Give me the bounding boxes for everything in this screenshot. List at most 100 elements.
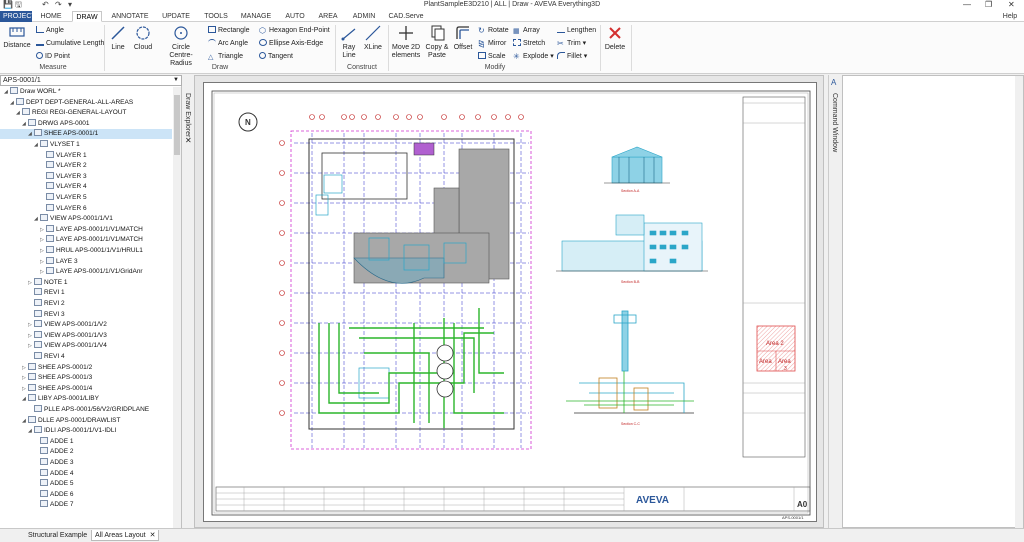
tree-item[interactable]: ▷ VIEW APS-0001/1/V4	[0, 341, 172, 351]
tab-cadserve[interactable]: CAD.Serve	[387, 11, 425, 22]
tree-item[interactable]: ▷ VIEW APS-0001/1/V3	[0, 330, 172, 341]
tree-item[interactable]: ▷ LAYE APS-0001/1/V1/MATCH	[0, 235, 172, 245]
tree-item[interactable]: VLAYER 6	[0, 203, 172, 214]
move-2d-button[interactable]: Move 2D elements	[391, 25, 421, 60]
angle-button[interactable]: Angle	[36, 26, 64, 35]
tab-area[interactable]: AREA	[315, 11, 341, 22]
tree-item[interactable]: VLAYER 1	[0, 150, 172, 161]
line-button[interactable]: Line	[107, 25, 129, 52]
tree-item[interactable]: VLAYER 2	[0, 161, 172, 171]
tree-item[interactable]: VLAYER 3	[0, 171, 172, 182]
tree-item[interactable]: ◢ LIBY APS-0001/LIBY	[0, 394, 172, 404]
tree-item[interactable]: REVI 1	[0, 288, 172, 298]
tree-item[interactable]: ADDE 4	[0, 468, 172, 479]
hexagon-button[interactable]: ⬡ Hexagon End-Point	[259, 26, 330, 35]
circle-button[interactable]: Circle Centre-Radius	[160, 25, 202, 68]
copy-paste-button[interactable]: Copy & Paste	[423, 25, 451, 60]
tree-node-icon	[16, 97, 24, 105]
id-point-button[interactable]: ID Point	[36, 52, 70, 61]
tree-item[interactable]: ▷ SHEE APS-0001/3	[0, 373, 172, 383]
move-2d-label: Move 2D elements	[391, 44, 421, 59]
minimize-button[interactable]: —	[963, 0, 971, 10]
tab-annotate[interactable]: ANNOTATE	[110, 11, 150, 22]
key-plan-area-right: Area	[778, 359, 791, 365]
ellipse-button[interactable]: Ellipse Axis-Edge	[259, 39, 323, 48]
command-window-panel[interactable]	[842, 75, 1024, 529]
tree-item[interactable]: ▷ LAYE APS-0001/1/V1/MATCH	[0, 224, 172, 235]
tab-home[interactable]: HOME	[38, 11, 64, 22]
tab-project[interactable]: PROJECT	[0, 11, 36, 22]
tree-item[interactable]: ▷ NOTE 1	[0, 277, 172, 288]
close-button[interactable]: ✕	[1008, 0, 1015, 10]
tree-item[interactable]: ADDE 5	[0, 479, 172, 489]
tree-item[interactable]: ◢ REGI REGI-GENERAL-LAYOUT	[0, 108, 172, 118]
tab-structural-example[interactable]: Structural Example	[25, 530, 90, 541]
tree-item[interactable]: REVI 4	[0, 352, 172, 362]
tree-scrollbar-thumb[interactable]	[174, 95, 180, 155]
tab-all-areas-layout[interactable]: All Areas Layout ✕	[91, 530, 160, 541]
delete-button[interactable]: Delete	[603, 25, 627, 52]
tab-draw[interactable]: DRAW	[72, 11, 102, 22]
tree-item[interactable]: ◢ VLYSET 1	[0, 140, 172, 150]
stretch-button[interactable]: Stretch	[513, 39, 545, 48]
tree-item-label: DRWG APS-0001	[38, 119, 90, 127]
tree-item[interactable]: ◢ Draw WORL *	[0, 87, 172, 97]
tree-item[interactable]: ◢ VIEW APS-0001/1/V1	[0, 214, 172, 224]
triangle-button[interactable]: △ Triangle	[208, 52, 243, 61]
tree-item[interactable]: REVI 2	[0, 299, 172, 309]
tree-item[interactable]: ▷ HRUL APS-0001/1/V1/HRUL1	[0, 246, 172, 256]
lengthen-button[interactable]: Lengthen	[557, 26, 596, 35]
tree-item[interactable]: VLAYER 5	[0, 193, 172, 203]
arc-angle-button[interactable]: Arc Angle	[208, 39, 248, 48]
distance-button[interactable]: Distance	[3, 25, 31, 50]
scale-button[interactable]: Scale	[478, 52, 506, 61]
tree-item[interactable]: ADDE 1	[0, 436, 172, 447]
cloud-button[interactable]: Cloud	[131, 25, 155, 52]
tree-item[interactable]: PLLE APS-0001/56/V2/GRIDPLANE	[0, 405, 172, 415]
xline-button[interactable]: XLine	[362, 25, 384, 52]
tangent-button[interactable]: Tangent	[259, 52, 293, 61]
tree-item[interactable]: ▷ LAYE APS-0001/1/V1/GridAnr	[0, 267, 172, 277]
tree-item[interactable]: VLAYER 4	[0, 182, 172, 192]
close-icon[interactable]: ✕	[150, 532, 156, 539]
tree-item[interactable]: REVI 3	[0, 309, 172, 320]
command-icon[interactable]: A	[831, 78, 836, 87]
tree-item[interactable]: ADDE 2	[0, 447, 172, 457]
explode-button[interactable]: ✳ Explode ▾	[513, 52, 554, 61]
tree-item[interactable]: ◢ DRWG APS-0001	[0, 118, 172, 129]
tree-item[interactable]: ◢ IDLI APS-0001/1/V1-IDLI	[0, 426, 172, 436]
rotate-button[interactable]: ↻ Rotate	[478, 26, 509, 35]
tab-update[interactable]: UPDATE	[158, 11, 194, 22]
command-window-tab[interactable]: Command Window	[831, 93, 838, 152]
tab-auto[interactable]: AUTO	[282, 11, 308, 22]
tree-item[interactable]: ADDE 6	[0, 489, 172, 500]
tab-manage[interactable]: MANAGE	[238, 11, 274, 22]
drawing-sheet[interactable]: N Section A-A Section B-B Section C-C Ar…	[203, 82, 817, 522]
ray-line-button[interactable]: Ray Line	[339, 25, 359, 60]
tree-item[interactable]: ADDE 7	[0, 500, 172, 510]
tree-item[interactable]: ▷ LAYE 3	[0, 256, 172, 267]
tree-item[interactable]: ▷ VIEW APS-0001/1/V2	[0, 320, 172, 330]
array-button[interactable]: ▦ Array	[513, 26, 540, 35]
tab-admin[interactable]: ADMIN	[349, 11, 379, 22]
fillet-button[interactable]: Fillet ▾	[557, 52, 587, 61]
tree-item[interactable]: ◢ SHEE APS-0001/1	[0, 129, 172, 140]
ribbon: Distance Angle Cumulative Length ID Poin…	[0, 22, 1024, 74]
tab-tools[interactable]: TOOLS	[201, 11, 231, 22]
restore-button[interactable]: ❐	[985, 0, 992, 10]
command-window-scrollbar[interactable]	[1015, 76, 1023, 529]
help-link[interactable]: Help	[998, 11, 1022, 22]
trim-button[interactable]: ✂ Trim ▾	[557, 39, 586, 48]
mirror-button[interactable]: ⧎ Mirror	[478, 39, 506, 48]
tree-item[interactable]: ◢ DLLE APS-0001/DRAWLIST	[0, 415, 172, 426]
element-combo[interactable]: APS-0001/1 ▼	[0, 75, 182, 86]
tree-item[interactable]: ADDE 3	[0, 458, 172, 468]
draw-explorer-tab[interactable]: Draw Explorer	[184, 93, 191, 137]
cumulative-length-button[interactable]: Cumulative Length	[36, 39, 104, 48]
tree-item[interactable]: ▷ SHEE APS-0001/2	[0, 362, 172, 373]
tree-item[interactable]: ▷ SHEE APS-0001/4	[0, 383, 172, 394]
tree-item[interactable]: ◢ DEPT DEPT-GENERAL-ALL-AREAS	[0, 97, 172, 108]
offset-button[interactable]: Offset	[452, 25, 474, 52]
close-icon[interactable]: ✕	[185, 136, 192, 145]
rectangle-button[interactable]: Rectangle	[208, 26, 250, 35]
